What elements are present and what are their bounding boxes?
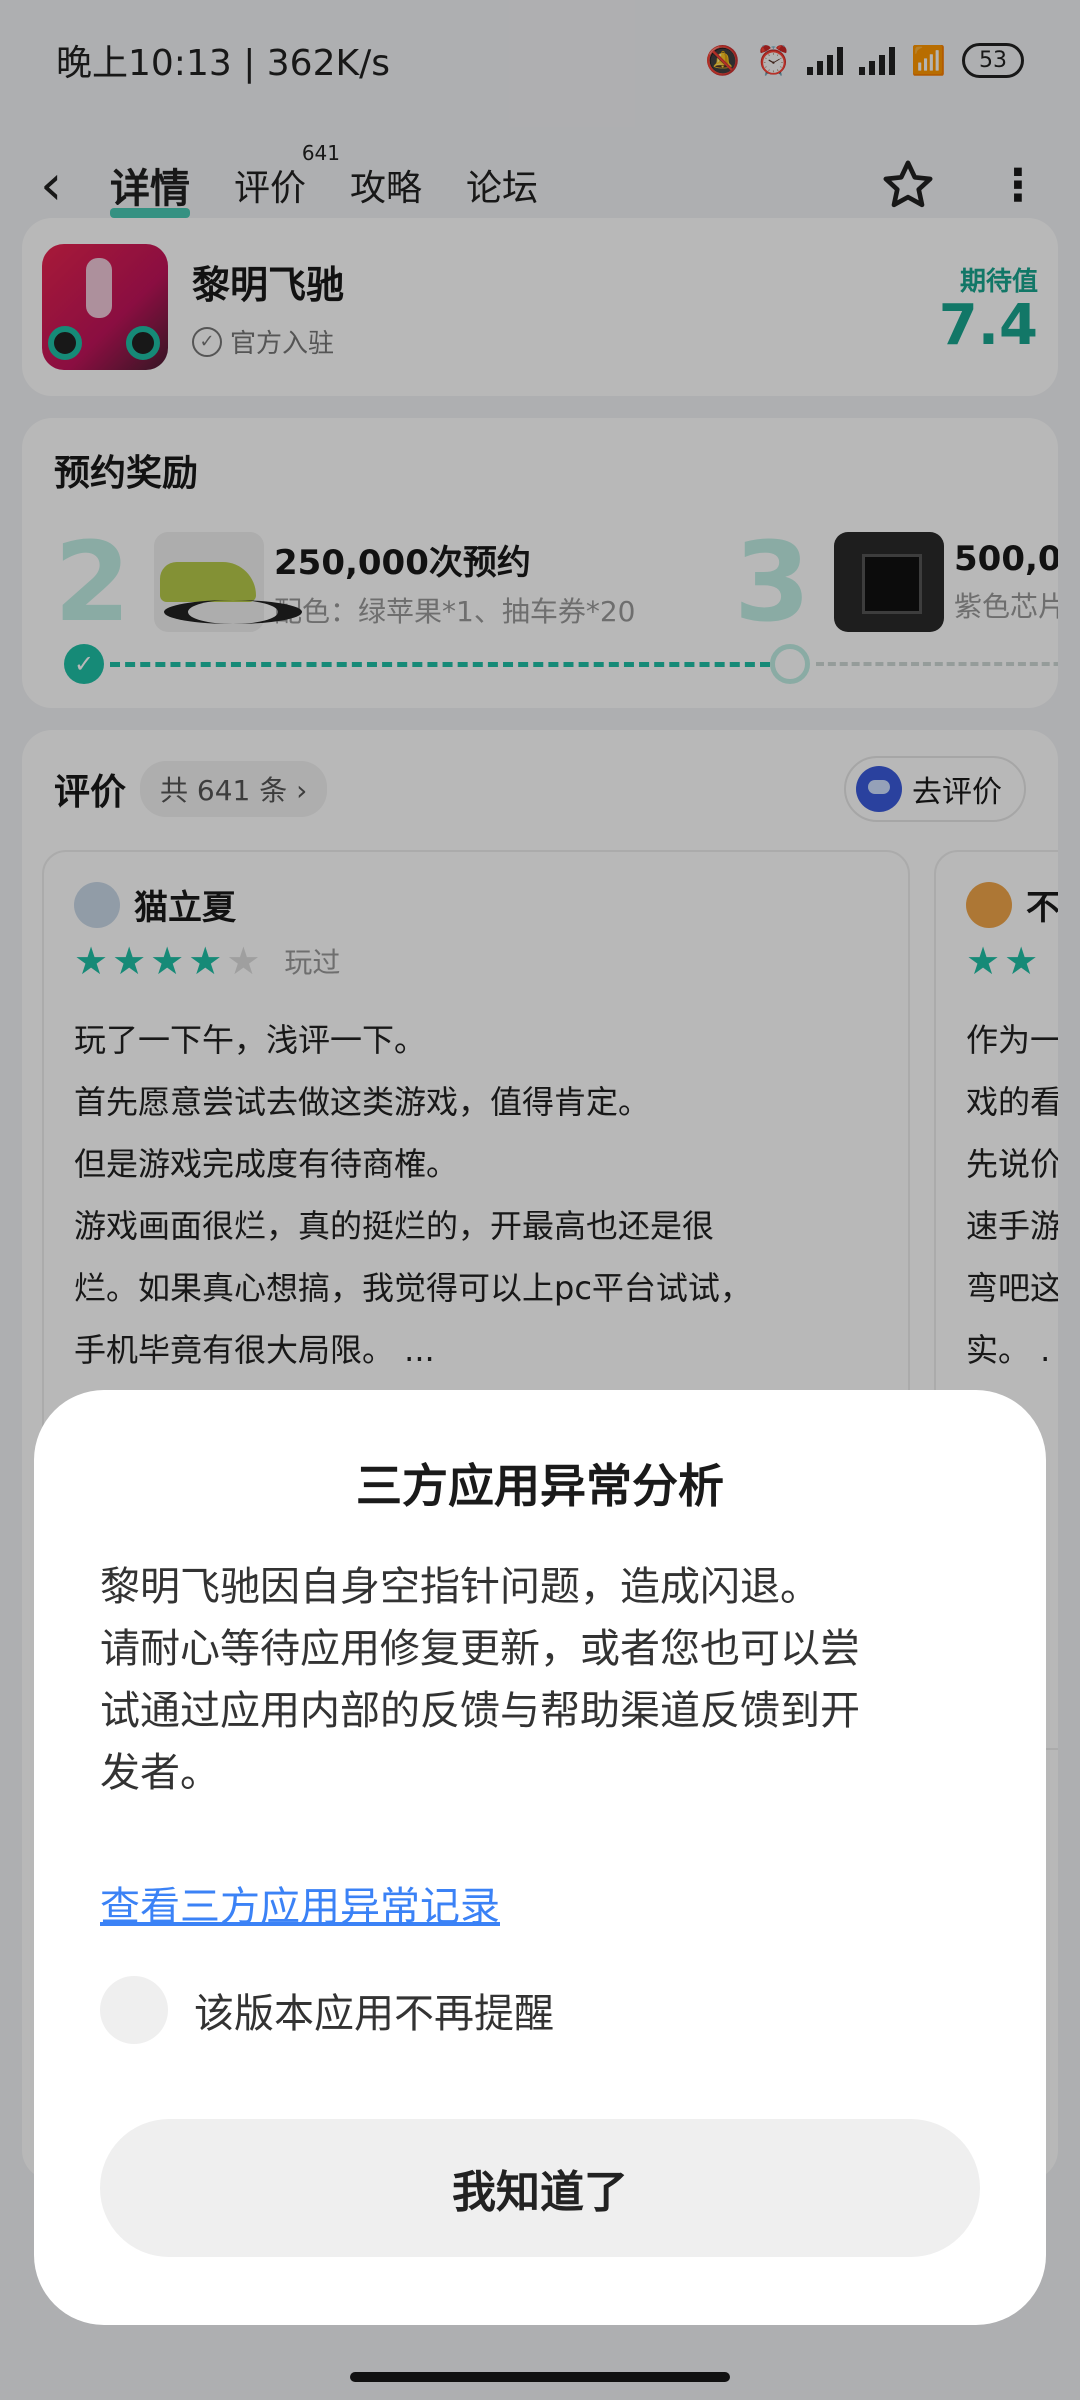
home-indicator[interactable] (350, 2372, 730, 2382)
dialog-title: 三方应用异常分析 (356, 1459, 724, 1513)
dont-remind-label: 该版本应用不再提醒 (194, 1991, 554, 2037)
dont-remind-option[interactable]: 该版本应用不再提醒 (100, 1976, 980, 2044)
dont-remind-checkbox[interactable] (100, 1976, 168, 2044)
view-crash-records-link[interactable]: 查看三方应用异常记录 (100, 1874, 500, 1932)
dialog-message: 黎明飞驰因自身空指针问题，造成闪退。 请耐心等待应用修复更新，或者您也可以尝 试… (100, 1564, 860, 1796)
crash-analysis-dialog: 三方应用异常分析 黎明飞驰因自身空指针问题，造成闪退。 请耐心等待应用修复更新，… (34, 1390, 1046, 2325)
acknowledge-button[interactable]: 我知道了 (100, 2119, 980, 2257)
